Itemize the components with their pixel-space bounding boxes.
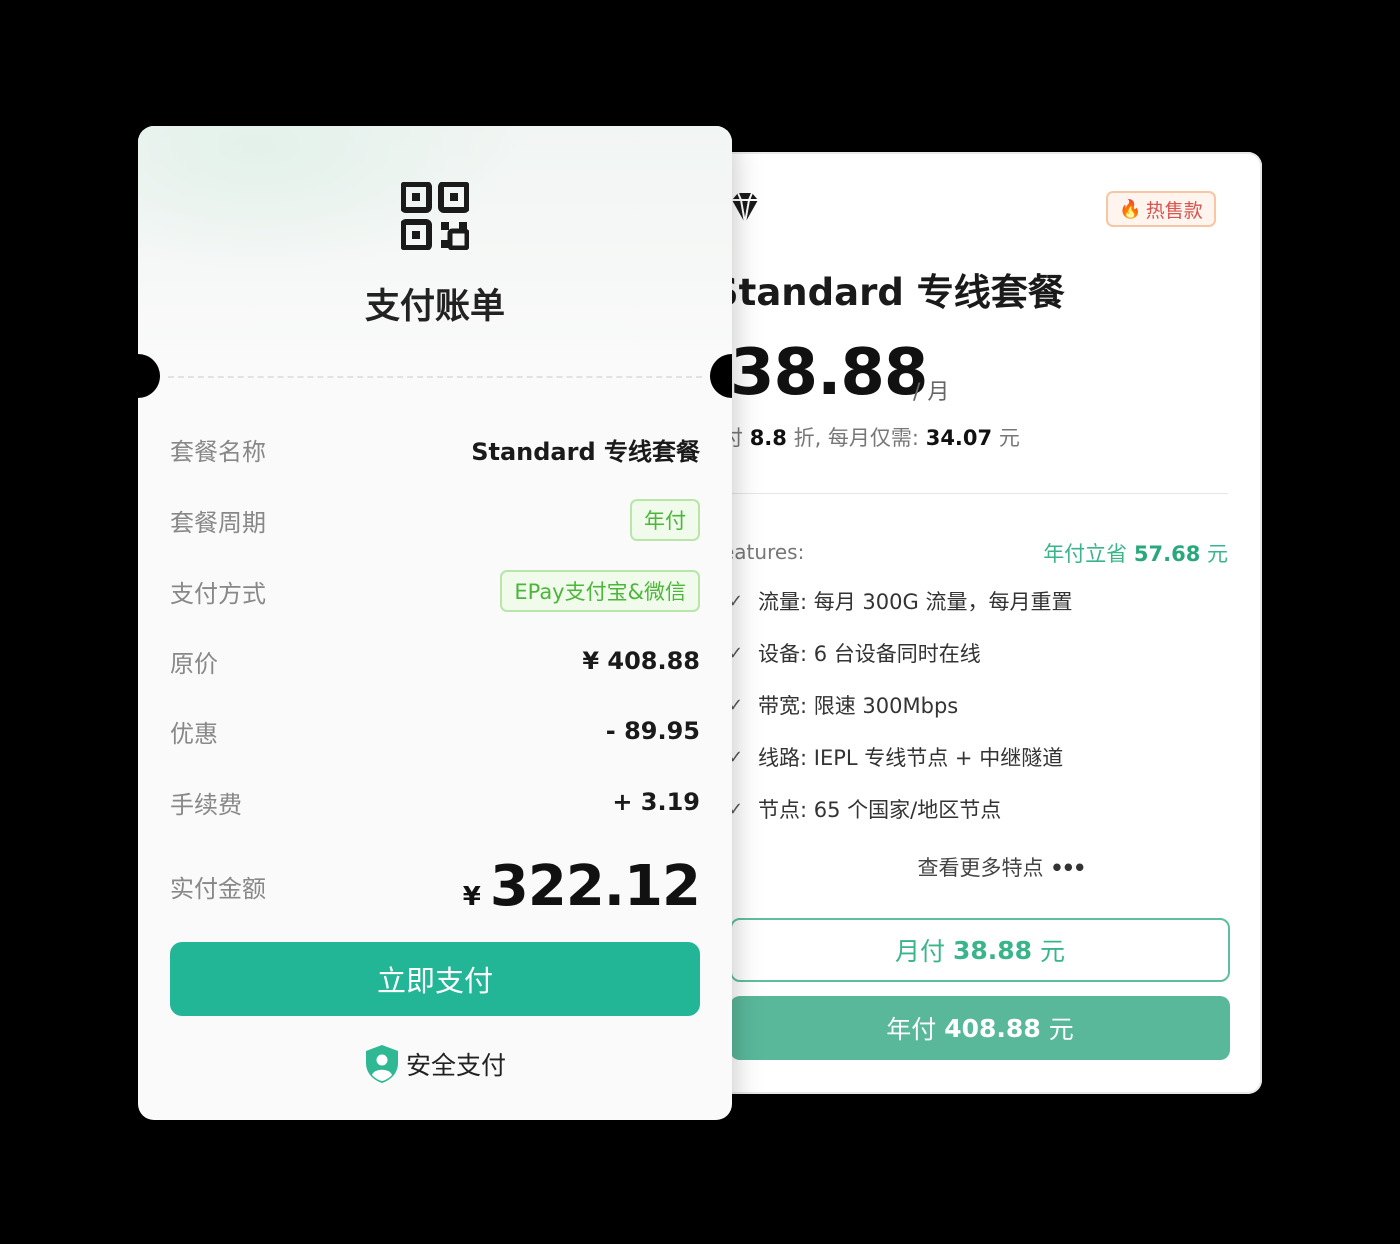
show-more-features[interactable]: 查看更多特点 ••• — [700, 852, 1262, 882]
diamond-icon — [732, 192, 758, 224]
row-label: 原价 — [170, 649, 218, 678]
more-dots-icon: ••• — [1050, 856, 1086, 880]
feature-item: ✓ 设备: 6 台设备同时在线 — [728, 638, 981, 668]
bill-row-total: 实付金额 ¥ 322.12 — [170, 853, 701, 919]
dashed-divider — [168, 376, 702, 378]
total-amount: ¥ 322.12 — [462, 853, 701, 919]
bill-row-original-price: 原价 ¥ 408.88 — [170, 641, 700, 681]
features-label: eatures: — [722, 540, 805, 564]
row-value: ¥ 408.88 — [582, 647, 700, 675]
feature-text: 带宽: 限速 300Mbps — [758, 694, 959, 718]
feature-text: 节点: 65 个国家/地区节点 — [758, 798, 1002, 822]
year-btn-suffix: 元 — [1048, 1015, 1074, 1044]
bill-row-plan-name: 套餐名称 Standard 专线套餐 — [170, 429, 700, 469]
feature-item: ✓ 节点: 65 个国家/地区节点 — [728, 794, 1001, 824]
year-btn-prefix: 年付 — [886, 1015, 937, 1044]
plan-card: 🔥 热售款 Standard 专线套餐 38.88 / 月 付 8.8 折, 每… — [700, 152, 1262, 1094]
feature-text: 设备: 6 台设备同时在线 — [758, 642, 981, 666]
show-more-label: 查看更多特点 — [917, 856, 1044, 880]
month-btn-suffix: 元 — [1040, 937, 1066, 966]
subtitle-mid: 折, 每月仅需: — [793, 426, 920, 450]
row-label: 套餐名称 — [170, 437, 266, 466]
total-value: 322.12 — [489, 853, 701, 919]
feature-item: ✓ 带宽: 限速 300Mbps — [728, 690, 958, 720]
fire-icon: 🔥 — [1119, 198, 1142, 220]
save-amount: 57.68 — [1133, 542, 1201, 566]
secure-payment-label: 安全支付 — [405, 1051, 506, 1080]
feature-item: ✓ 流量: 每月 300G 流量，每月重置 — [728, 586, 1072, 616]
month-btn-amount: 38.88 — [952, 935, 1033, 965]
plan-price-unit: / 月 — [913, 380, 950, 405]
bill-title: 支付账单 — [364, 287, 505, 327]
subtitle-suffix: 元 — [998, 426, 1020, 450]
discount-value: 8.8 — [749, 426, 787, 450]
feature-text: 线路: IEPL 专线节点 + 中继隧道 — [758, 746, 1064, 770]
shield-user-icon — [365, 1045, 398, 1083]
row-value: Standard 专线套餐 — [471, 437, 700, 466]
row-label: 套餐周期 — [170, 508, 266, 537]
feature-item: ✓ 线路: IEPL 专线节点 + 中继隧道 — [728, 742, 1063, 772]
hot-sale-badge: 🔥 热售款 — [1106, 191, 1216, 227]
row-label: 支付方式 — [170, 579, 266, 608]
save-prefix: 年付立省 — [1043, 542, 1128, 566]
save-suffix: 元 — [1207, 542, 1228, 566]
payment-method-tag: EPay支付宝&微信 — [500, 570, 700, 612]
secure-payment: 安全支付 — [138, 1044, 732, 1084]
payment-bill-card: 支付账单 套餐名称 Standard 专线套餐 套餐周期 年付 支付方式 EPa… — [138, 126, 732, 1120]
month-btn-prefix: 月付 — [894, 937, 945, 966]
hot-sale-label: 热售款 — [1145, 199, 1203, 222]
bill-row-fee: 手续费 + 3.19 — [170, 782, 700, 822]
feature-text: 流量: 每月 300G 流量，每月重置 — [758, 590, 1073, 614]
plan-title: Standard 专线套餐 — [712, 271, 1065, 314]
total-currency: ¥ — [462, 881, 481, 912]
period-tag: 年付 — [630, 499, 700, 541]
monthly-value: 34.07 — [925, 426, 993, 450]
yearly-pay-button[interactable]: 年付 408.88 元 — [730, 996, 1230, 1060]
monthly-pay-button[interactable]: 月付 38.88 元 — [730, 918, 1230, 982]
bill-row-payment-method: 支付方式 EPay支付宝&微信 — [170, 570, 700, 612]
pay-now-button[interactable]: 立即支付 — [170, 942, 700, 1016]
bill-header-bg — [138, 126, 732, 376]
row-label: 优惠 — [170, 719, 218, 748]
row-label: 手续费 — [170, 790, 242, 819]
annual-savings: 年付立省 57.68 元 — [1043, 538, 1228, 568]
row-value: + 3.19 — [612, 788, 700, 816]
bill-row-plan-period: 套餐周期 年付 — [170, 499, 700, 541]
row-value: - 89.95 — [605, 717, 700, 745]
plan-subtitle: 付 8.8 折, 每月仅需: 34.07 元 — [722, 422, 1020, 452]
divider — [730, 493, 1228, 494]
qr-code-icon — [401, 182, 469, 250]
plan-price: 38.88 — [730, 336, 928, 410]
year-btn-amount: 408.88 — [944, 1013, 1041, 1043]
total-label: 实付金额 — [170, 874, 266, 903]
bill-row-discount: 优惠 - 89.95 — [170, 711, 700, 751]
